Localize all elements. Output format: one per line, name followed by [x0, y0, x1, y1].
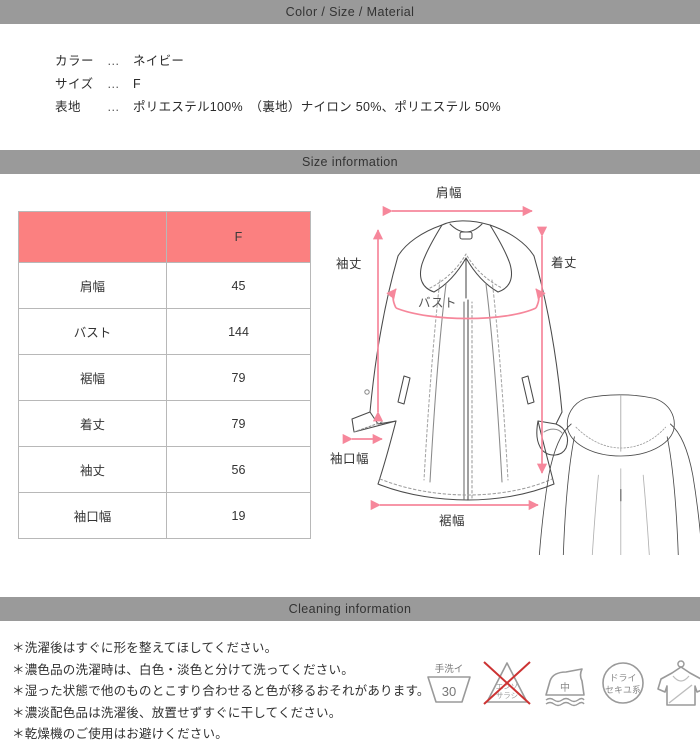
info-value-color: ネイビー	[133, 54, 185, 68]
info-label-material: 表地	[55, 100, 82, 114]
info-row-size: サイズ … F	[55, 73, 501, 96]
svg-text:サラシ: サラシ	[496, 691, 518, 700]
cleaning-notes-list: ＊洗濯後はすぐに形を整えてほしてください。 ＊濃色品の洗濯時は、白色・淡色と分け…	[12, 638, 430, 746]
info-dots-color: …	[107, 54, 120, 68]
cleaning-note-3: ＊湿った状態で他のものとこすり合わせると色が移るおそれがあります。	[12, 684, 430, 698]
cleaning-note-1: ＊洗濯後はすぐに形を整えてほしてください。	[12, 641, 278, 655]
row-value-body-length: 79	[166, 400, 311, 447]
table-row: 袖丈 56	[18, 446, 311, 493]
section-header-color-size-material: Color / Size / Material	[0, 0, 700, 24]
row-value-hem-width: 79	[166, 354, 311, 401]
cleaning-note-2: ＊濃色品の洗濯時は、白色・淡色と分けて洗ってください。	[12, 662, 354, 677]
size-measurement-table: F 肩幅 45 バスト 144 裾幅 79 着丈 79 袖丈 56 袖口幅 19	[18, 211, 311, 539]
hand-wash-icon: 手洗イ 30	[420, 655, 478, 711]
measure-label-hem-width: 裾幅	[439, 514, 466, 528]
row-label-hem-width: 裾幅	[18, 354, 167, 401]
flat-dry-icon	[652, 655, 700, 711]
product-info-block: カラー … ネイビー サイズ … F 表地 … ポリエステル100% （裏地）ナ…	[55, 50, 501, 119]
measure-label-cuff-width: 袖口幅	[330, 452, 370, 466]
cleaning-note-5: ＊乾燥機のご使用はお避けください。	[12, 727, 228, 741]
dry-clean-solvent-text: セキユ系	[605, 685, 641, 695]
row-label-sleeve-length: 袖丈	[18, 446, 167, 493]
measure-label-sleeve-length: 袖丈	[336, 257, 363, 271]
dry-clean-icon: ドライ セキユ系	[594, 655, 652, 711]
info-row-material: 表地 … ポリエステル100% （裏地）ナイロン 50%、ポリエステル 50%	[55, 96, 501, 119]
row-value-cuff-width: 19	[166, 492, 311, 539]
iron-medium-icon: 中	[536, 655, 594, 711]
measure-label-shoulder-width: 肩幅	[436, 186, 463, 200]
info-label-color: カラー	[55, 54, 95, 68]
table-row: バスト 144	[18, 308, 311, 355]
hand-wash-top-text: 手洗イ	[435, 663, 464, 675]
product-detail-page: Color / Size / Material カラー … ネイビー サイズ ……	[0, 0, 700, 750]
table-row: 着丈 79	[18, 400, 311, 447]
hand-wash-temp-text: 30	[442, 684, 456, 699]
section-title-text: Color / Size / Material	[285, 5, 415, 19]
iron-temp-text: 中	[560, 681, 570, 694]
row-label-shoulder-width: 肩幅	[18, 262, 167, 309]
table-row: 袖口幅 19	[18, 492, 311, 539]
table-header-row: F	[18, 211, 311, 263]
row-label-body-length: 着丈	[18, 400, 167, 447]
info-row-color: カラー … ネイビー	[55, 50, 501, 73]
table-row: 裾幅 79	[18, 354, 311, 401]
info-dots-material: …	[107, 100, 120, 114]
dry-clean-top-text: ドライ	[609, 673, 636, 683]
column-header-size-f: F	[166, 211, 311, 263]
row-value-bust: 144	[166, 308, 311, 355]
garment-illustration-svg	[342, 205, 700, 555]
section-title-text: Cleaning information	[288, 602, 412, 616]
care-symbols-row: 手洗イ 30 エンソ サラシ 中 ドライ セキユ系	[420, 655, 700, 711]
no-bleach-icon: エンソ サラシ	[478, 655, 536, 711]
measure-label-bust: バスト	[418, 296, 458, 310]
row-value-shoulder-width: 45	[166, 262, 311, 309]
info-value-size: F	[133, 77, 141, 91]
section-title-text: Size information	[301, 155, 399, 169]
section-header-cleaning-information: Cleaning information	[0, 597, 700, 621]
column-header-blank	[18, 211, 167, 263]
section-header-size-information: Size information	[0, 150, 700, 174]
cleaning-note-4: ＊濃淡配色品は洗濯後、放置せずすぐに干してください。	[12, 705, 342, 720]
row-value-sleeve-length: 56	[166, 446, 311, 493]
garment-measurement-diagram: 肩幅 袖丈 着丈 バスト 袖口幅 裾幅	[330, 180, 700, 555]
info-label-size: サイズ	[55, 77, 94, 91]
measure-label-body-length: 着丈	[551, 256, 578, 270]
info-dots-size: …	[107, 77, 120, 91]
table-row: 肩幅 45	[18, 262, 311, 309]
info-value-material: ポリエステル100% （裏地）ナイロン 50%、ポリエステル 50%	[133, 100, 501, 114]
row-label-bust: バスト	[18, 308, 167, 355]
row-label-cuff-width: 袖口幅	[18, 492, 167, 539]
